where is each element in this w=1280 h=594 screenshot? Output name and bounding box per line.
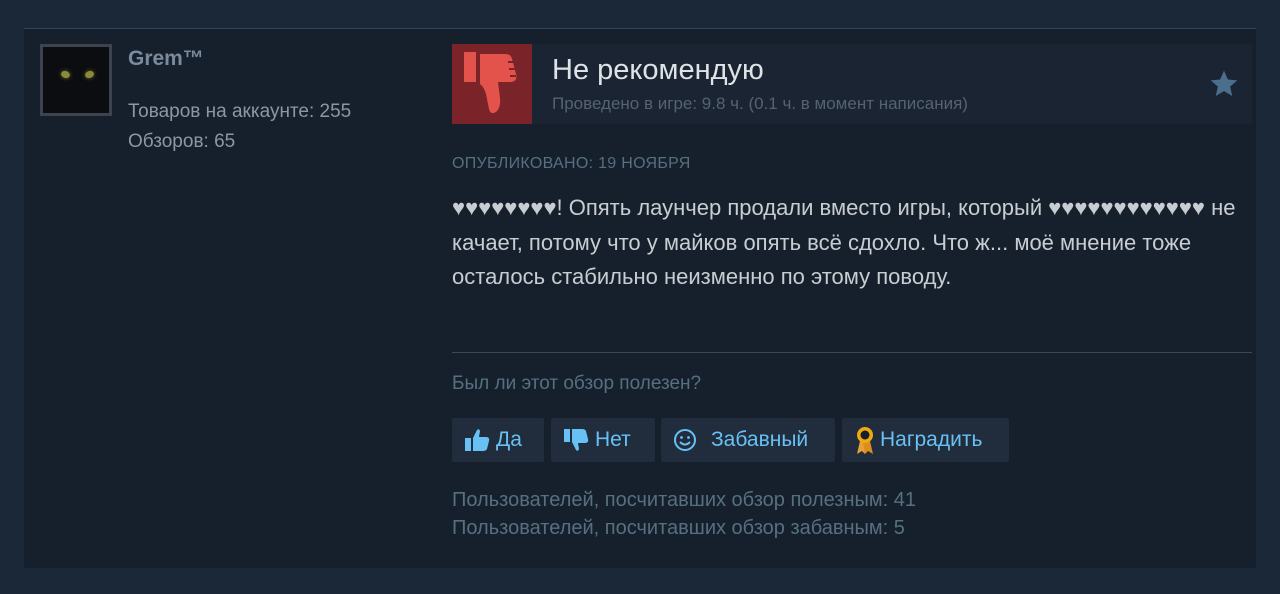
award-button[interactable]: Наградить [842, 418, 1009, 462]
thumbs-down-badge [452, 44, 532, 124]
author-products-count[interactable]: Товаров на аккаунте: 255 [128, 101, 351, 123]
helpful-question: Был ли этот обзор полезен? [452, 373, 702, 394]
author-reviews-count[interactable]: Обзоров: 65 [128, 131, 235, 153]
star-glyph [1210, 70, 1238, 96]
author-name[interactable]: Grem™ [128, 47, 204, 71]
verdict-title[interactable]: Не рекомендую [552, 54, 764, 87]
avatar[interactable] [40, 44, 112, 116]
vote-no-button[interactable]: Нет [551, 418, 655, 462]
vote-header[interactable]: Не рекомендую Проведено в игре: 9.8 ч. (… [452, 44, 1252, 124]
thumbs-down-icon [464, 52, 517, 114]
funny-count: Пользователей, посчитавших обзор забавны… [452, 517, 905, 539]
star-icon[interactable] [1208, 68, 1240, 105]
cat-eye-right [84, 69, 95, 80]
smiley-icon [673, 428, 697, 452]
thumbs-up-icon [464, 428, 490, 452]
review-panel: Grem™ Товаров на аккаунте: 255 Обзоров: … [24, 28, 1256, 568]
divider [452, 352, 1252, 353]
review-body: ♥♥♥♥♥♥♥♥! Опять лаунчер продали вместо и… [452, 195, 1236, 289]
vote-yes-label: Да [496, 428, 522, 451]
avatar-image [43, 47, 109, 113]
review-author: Grem™ Товаров на аккаунте: 255 Обзоров: … [40, 44, 420, 152]
vote-funny-button[interactable]: Забавный [661, 418, 835, 462]
award-ribbon-icon [854, 425, 876, 455]
vote-no-label: Нет [595, 428, 631, 451]
thumbs-down-icon [563, 428, 589, 452]
helpful-count: Пользователей, посчитавших обзор полезны… [452, 489, 917, 511]
award-label: Наградить [880, 428, 983, 451]
playtime-info: Проведено в игре: 9.8 ч. (0.1 ч. в момен… [552, 94, 968, 113]
cat-eye-left [60, 69, 71, 80]
vote-funny-label: Забавный [711, 428, 809, 451]
vote-yes-button[interactable]: Да [452, 418, 544, 462]
posted-date: ОПУБЛИКОВАНО: 19 НОЯБРЯ [452, 155, 691, 172]
